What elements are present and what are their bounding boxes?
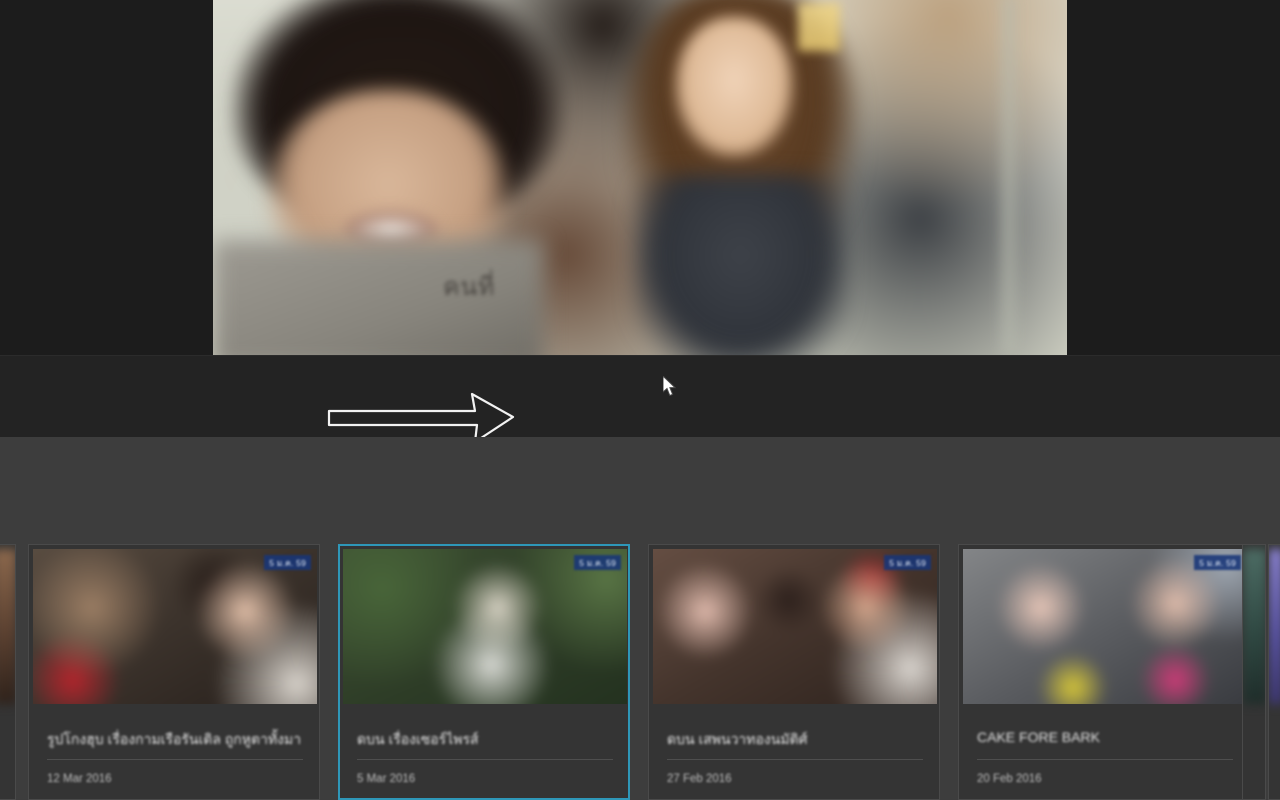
card-date-1: 12 Mar 2016 — [47, 773, 112, 785]
thumbnail-image-3 — [653, 549, 937, 704]
table-row[interactable]: 5 ม.ค. 59 CAKE FORE BARK 20 Feb 2016 — [958, 544, 1250, 800]
thumbnail-partial-left — [0, 549, 15, 704]
card-date-4: 20 Feb 2016 — [977, 773, 1042, 785]
card-divider-3 — [667, 759, 923, 760]
video-door-frame — [1003, 0, 1015, 355]
video-subject-right-dress — [633, 175, 848, 355]
status-badge: 5 ม.ค. 59 — [1194, 555, 1241, 570]
card-date-3: 27 Feb 2016 — [667, 773, 732, 785]
card-title-1: รูปโกงฮุบ เรื่องกามเรือรันเติล ถูกหูตาทั… — [47, 731, 302, 747]
thumbnail-partial-right-a — [1243, 549, 1265, 704]
status-badge: 5 ม.ค. 59 — [884, 555, 931, 570]
card-divider-1 — [47, 759, 303, 760]
thumbnail-image-1 — [33, 549, 317, 704]
table-row[interactable]: 5 ม.ค. 59 ดบน เรื่องเซอร์ไพรส์ 5 Mar 201… — [338, 544, 630, 800]
status-badge: 5 ม.ค. 59 — [264, 555, 311, 570]
card-title-4: CAKE FORE BARK — [977, 729, 1100, 745]
video-subject-right-face — [675, 17, 793, 157]
video-surface[interactable]: คนที่ — [213, 0, 1067, 355]
library-tab-bar: My favorite My last played — [0, 437, 1280, 532]
card-divider-2 — [357, 759, 613, 760]
player-control-bar: ดบน เรื่องเซอร์ไพรส์ (5 Mar 2016) — [0, 355, 1280, 788]
list-item-partial-left[interactable] — [0, 544, 16, 800]
video-player-page: คนที่ ดบน เรื่องเซอร์ไพรส์ (5 Mar 2016) — [0, 0, 1280, 800]
table-row[interactable]: 5 ม.ค. 59 รูปโกงฮุบ เรื่องกามเรือรันเติล… — [28, 544, 320, 800]
card-thumbnail-4[interactable]: 5 ม.ค. 59 — [963, 549, 1247, 704]
video-wall-poster — [798, 3, 840, 51]
thumbnail-image-2 — [343, 549, 627, 704]
thumbnail-partial-right-b — [1269, 549, 1280, 704]
table-row[interactable]: 5 ม.ค. 59 ดบน เสพนวาทองนมัติศ์ 27 Feb 20… — [648, 544, 940, 800]
video-subtitle: คนที่ — [443, 273, 495, 301]
list-item-partial-right-b[interactable] — [1268, 544, 1280, 800]
card-title-2: ดบน เรื่องเซอร์ไพรส์ — [357, 731, 479, 747]
card-date-2: 5 Mar 2016 — [357, 773, 416, 785]
thumbnail-image-4 — [963, 549, 1247, 704]
player-stage: คนที่ — [0, 0, 1280, 355]
episode-card-rail[interactable]: 5 ม.ค. 59 รูปโกงฮุบ เรื่องกามเรือรันเติล… — [0, 532, 1280, 800]
status-badge: 5 ม.ค. 59 — [574, 555, 621, 570]
card-thumbnail-1[interactable]: 5 ม.ค. 59 — [33, 549, 317, 704]
card-divider-4 — [977, 759, 1233, 760]
card-thumbnail-3[interactable]: 5 ม.ค. 59 — [653, 549, 937, 704]
card-title-3: ดบน เสพนวาทองนมัติศ์ — [667, 731, 808, 747]
list-item-partial-right-a[interactable] — [1242, 544, 1266, 800]
card-thumbnail-2[interactable]: 5 ม.ค. 59 — [343, 549, 627, 704]
